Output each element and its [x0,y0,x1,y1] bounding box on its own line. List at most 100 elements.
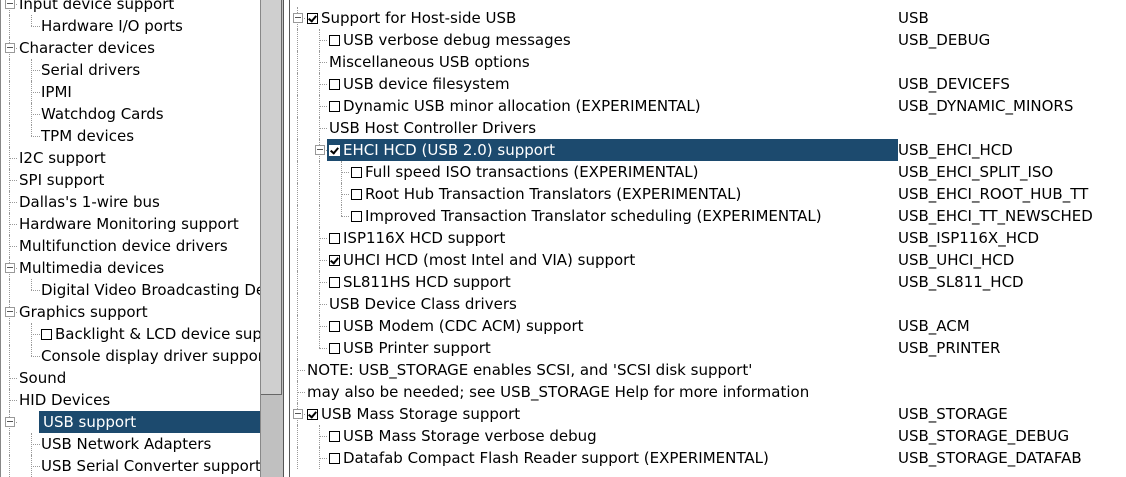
tree-item-text: USB support [43,413,137,431]
checkbox-icon[interactable] [351,167,362,178]
checkbox-icon[interactable] [329,255,340,266]
tree-line [9,455,10,477]
tree-item-label: Dallas's 1-wire bus [19,191,160,213]
option-row[interactable]: NOTE: USB_STORAGE enables SCSI, and 'SCS… [289,359,1126,381]
tree-item[interactable]: Dallas's 1-wire bus [1,191,261,213]
minus-expander-icon[interactable] [5,0,15,9]
option-row[interactable]: ISP116X HCD support USB_ISP116X_HCD [289,227,1126,249]
left-panel-scrollbar[interactable] [260,0,290,477]
checkbox-icon[interactable] [351,189,362,200]
tree-item[interactable]: Serial drivers [1,59,261,81]
tree-line [31,334,40,335]
tree-item[interactable]: Digital Video Broadcasting Devices [1,279,261,301]
option-row[interactable]: USB Mass Storage support USB_STORAGE [289,403,1126,425]
option-row[interactable]: USB Modem (CDC ACM) support USB_ACM [289,315,1126,337]
tree-item[interactable]: HID Devices [1,389,261,411]
tree-line [297,95,298,117]
option-row[interactable]: may also be needed; see USB_STORAGE Help… [289,381,1126,403]
tree-item[interactable]: Backlight & LCD device support [1,323,261,345]
minus-expander-icon[interactable] [293,13,303,23]
checkbox-icon[interactable] [329,321,340,332]
option-text: may also be needed; see USB_STORAGE Help… [307,383,810,401]
minus-expander-icon[interactable] [293,409,303,419]
checkbox-icon[interactable] [329,101,340,112]
checkbox-icon[interactable] [329,35,340,46]
tree-item[interactable]: SPI support [1,169,261,191]
tree-item[interactable]: IPMI [1,81,261,103]
option-text: USB verbose debug messages [343,31,571,49]
tree-item[interactable]: Character devices [1,37,261,59]
option-row[interactable]: USB Device Class drivers [289,293,1126,315]
option-row[interactable]: UHCI HCD (most Intel and VIA) support USB… [289,249,1126,271]
checkbox-icon[interactable] [329,79,340,90]
scrollbar-thumb[interactable] [261,0,282,395]
option-row[interactable]: Root Hub Transaction Translators (EXPERI… [289,183,1126,205]
tree-item[interactable]: Console display driver support [1,345,261,367]
checkbox-icon[interactable] [329,277,340,288]
option-row[interactable]: USB Printer support USB_PRINTER [289,337,1126,359]
option-symbol: USB [898,9,929,27]
option-row[interactable]: USB verbose debug messages USB_DEBUG [289,29,1126,51]
checkbox-icon[interactable] [307,13,318,24]
tree-item-text: I2C support [19,149,106,167]
tree-item[interactable]: Graphics support [1,301,261,323]
tree-item-text: TPM devices [41,127,135,145]
tree-line [297,271,298,293]
tree-line [341,172,349,173]
tree-line [31,26,40,27]
option-row[interactable]: Support for Host-side USB USB [289,7,1126,29]
checkbox-icon[interactable] [351,211,362,222]
tree-item[interactable]: Hardware I/O ports [1,15,261,37]
option-row[interactable]: USB device filesystem USB_DEVICEFS [289,73,1126,95]
minus-expander-icon[interactable] [5,263,15,273]
checkbox-icon[interactable] [329,431,340,442]
option-label: USB device filesystem [329,73,510,95]
option-row[interactable]: USB Mass Storage verbose debug USB_STORAG… [289,425,1126,447]
tree-item[interactable]: USB Serial Converter support [1,455,261,477]
options-tree-panel[interactable]: Support for Host-side USB USB USB verbose … [289,0,1126,477]
category-tree-panel[interactable]: Input device support Hardware I/O ports Ch… [0,0,261,477]
tree-item[interactable]: TPM devices [1,125,261,147]
minus-expander-icon[interactable] [5,43,15,53]
tree-line [9,180,17,181]
option-row[interactable]: SL811HS HCD support USB_SL811_HCD [289,271,1126,293]
option-symbol: USB_STORAGE_DATAFAB [898,449,1082,467]
tree-item[interactable]: Sound [1,367,261,389]
tree-item[interactable]: Input device support [1,0,261,15]
minus-expander-icon[interactable] [5,417,15,427]
tree-item[interactable]: Watchdog Cards [1,103,261,125]
tree-item-label: USB Serial Converter support [41,455,261,477]
checkbox-icon[interactable] [307,409,318,420]
tree-item[interactable]: I2C support [1,147,261,169]
minus-expander-icon[interactable] [315,145,325,155]
tree-item-text: Input device support [19,0,175,13]
tree-item[interactable]: Multimedia devices [1,257,261,279]
checkbox-icon[interactable] [329,343,340,354]
minus-expander-icon[interactable] [5,307,15,317]
tree-line [297,205,298,227]
option-row[interactable]: Datafab Compact Flash Reader support (EX… [289,447,1126,469]
checkbox-icon[interactable] [329,453,340,464]
checkbox-icon[interactable] [41,329,52,340]
option-row[interactable]: Dynamic USB minor allocation (EXPERIMENT… [289,95,1126,117]
option-row[interactable]: Improved Transaction Translator scheduli… [289,205,1126,227]
tree-item[interactable]: Multifunction device drivers [1,235,261,257]
tree-line [319,40,327,41]
tree-item-label: IPMI [41,81,72,103]
tree-item[interactable]: USB Network Adapters [1,433,261,455]
option-row[interactable]: Full speed ISO transactions (EXPERIMENTA… [289,161,1126,183]
option-row[interactable]: EHCI HCD (USB 2.0) support USB_EHCI_HCD [289,139,1126,161]
tree-line [9,202,17,203]
tree-line [319,436,327,437]
tree-line [319,84,327,85]
checkbox-icon[interactable] [329,233,340,244]
checkbox-icon[interactable] [329,145,340,156]
tree-item[interactable]: USB support [1,411,261,433]
tree-item[interactable]: Hardware Monitoring support [1,213,261,235]
tree-item-label: I2C support [19,147,106,169]
option-row[interactable]: USB Host Controller Drivers [289,117,1126,139]
tree-line [9,246,17,247]
tree-line [9,400,17,401]
option-row[interactable]: Miscellaneous USB options [289,51,1126,73]
option-text: SL811HS HCD support [343,273,511,291]
